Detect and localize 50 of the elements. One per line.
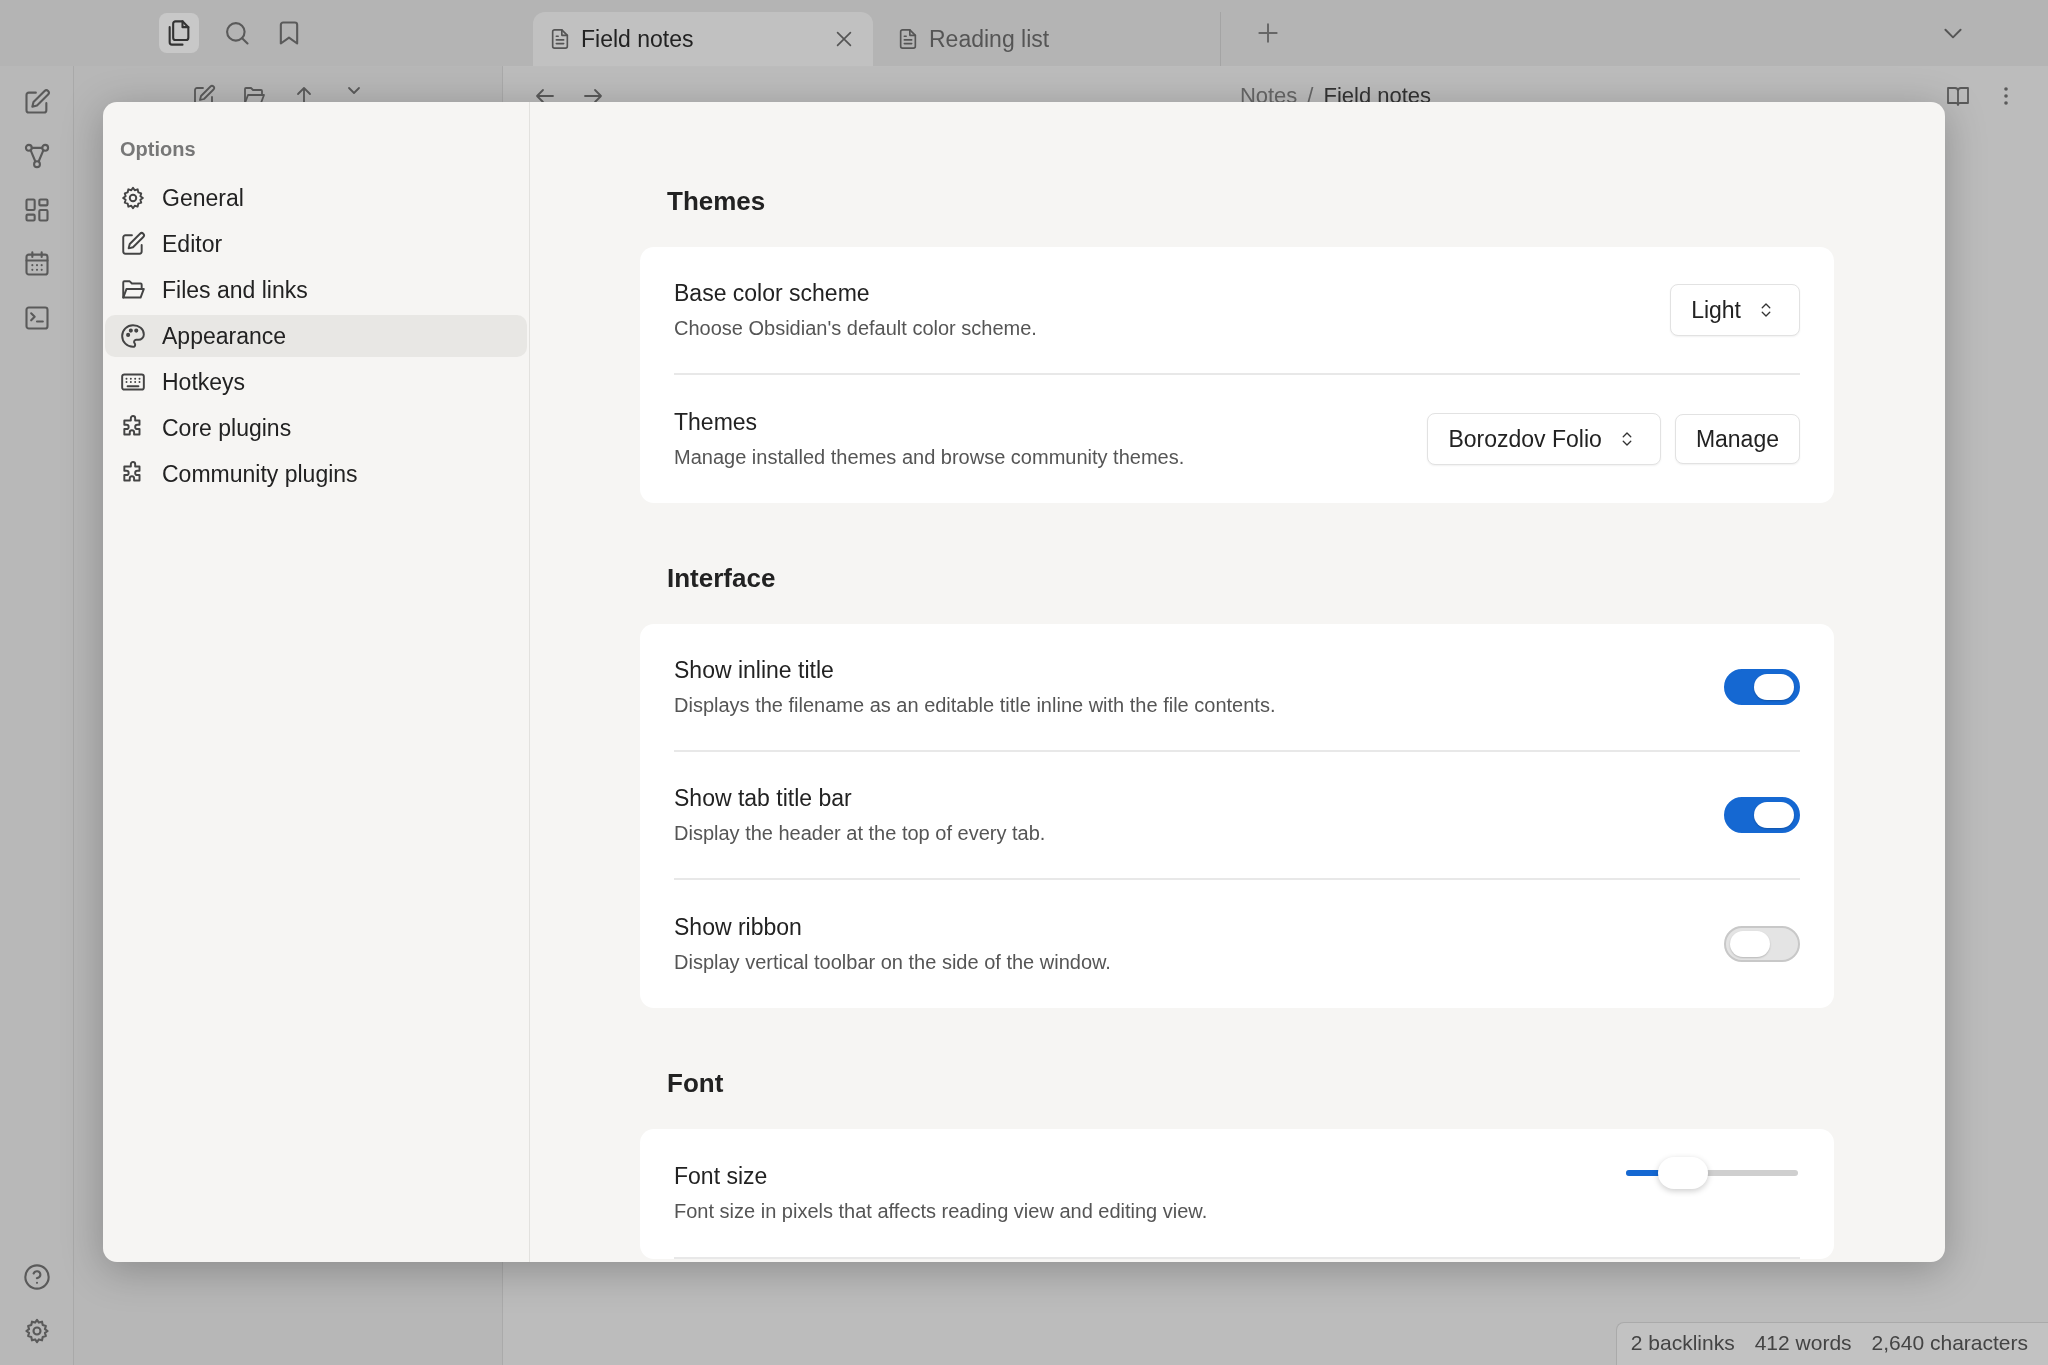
status-item: 412 words: [1754, 1331, 1852, 1355]
terminal-icon[interactable]: [22, 304, 51, 332]
toggle-switch[interactable]: [1724, 926, 1800, 962]
setting-title: Show inline title: [674, 657, 835, 684]
section-heading: Themes: [667, 186, 767, 217]
setting-description: Manage installed themes and browse community themes.: [674, 446, 1185, 469]
sidebar-item[interactable]: Hotkeys: [105, 361, 527, 403]
slider-thumb[interactable]: [1657, 1157, 1708, 1189]
search-icon[interactable]: [223, 19, 251, 47]
document-icon: [549, 28, 571, 50]
setting-description: Displays the filename as an editable title inline with the file contents.: [674, 694, 1276, 717]
sidebar-item[interactable]: Editor: [105, 223, 527, 265]
setting-title: Font size: [674, 1163, 769, 1190]
pencil-square-icon[interactable]: [22, 88, 51, 116]
calendar-icon[interactable]: [22, 250, 51, 278]
sidebar-item[interactable]: General: [105, 177, 527, 219]
setting-title: Base color scheme: [674, 280, 871, 307]
gear-icon: [120, 185, 146, 211]
setting-description: Display the header at the top of every tab.: [674, 822, 1046, 845]
setting-description: Font size in pixels that affects reading view and editing view.: [674, 1200, 1208, 1223]
sidebar-item[interactable]: Files and links: [105, 269, 527, 311]
sidebar-item[interactable]: Core plugins: [105, 407, 527, 449]
pencil-square-icon: [120, 231, 146, 257]
help-icon[interactable]: [22, 1263, 51, 1291]
tab[interactable]: Field notes: [533, 12, 873, 66]
manage-button[interactable]: Manage: [1674, 414, 1800, 464]
settings-icon[interactable]: [22, 1317, 51, 1345]
setting-description: Display vertical toolbar on the side of the window.: [674, 951, 1111, 974]
sidebar-item[interactable]: Community plugins: [105, 453, 527, 495]
palette-icon: [120, 323, 146, 349]
status-item: 2 backlinks: [1630, 1331, 1735, 1355]
dropdown[interactable]: Borozdov Folio: [1427, 413, 1661, 465]
setting-title: Show tab title bar: [674, 785, 853, 812]
toggle-switch[interactable]: [1724, 797, 1800, 833]
setting-description: Choose Obsidian's default color scheme.: [674, 317, 1037, 340]
grid-icon[interactable]: [22, 196, 51, 224]
files-icon[interactable]: [159, 13, 199, 53]
tab[interactable]: Reading list: [881, 12, 1221, 66]
section-heading: Font: [667, 1068, 725, 1099]
document-icon: [897, 28, 919, 50]
graph-icon[interactable]: [22, 142, 51, 170]
sidebar-item[interactable]: Appearance: [105, 315, 527, 357]
dropdown[interactable]: Light: [1670, 284, 1800, 336]
setting-title: Themes: [674, 409, 759, 436]
section-heading: Interface: [667, 563, 777, 594]
setting-title: Show ribbon: [674, 914, 803, 941]
book-icon[interactable]: [1946, 84, 1970, 108]
sidebar-heading: Options: [119, 138, 197, 161]
status-item: 2,640 characters: [1871, 1331, 2028, 1355]
toggle-switch[interactable]: [1724, 669, 1800, 705]
